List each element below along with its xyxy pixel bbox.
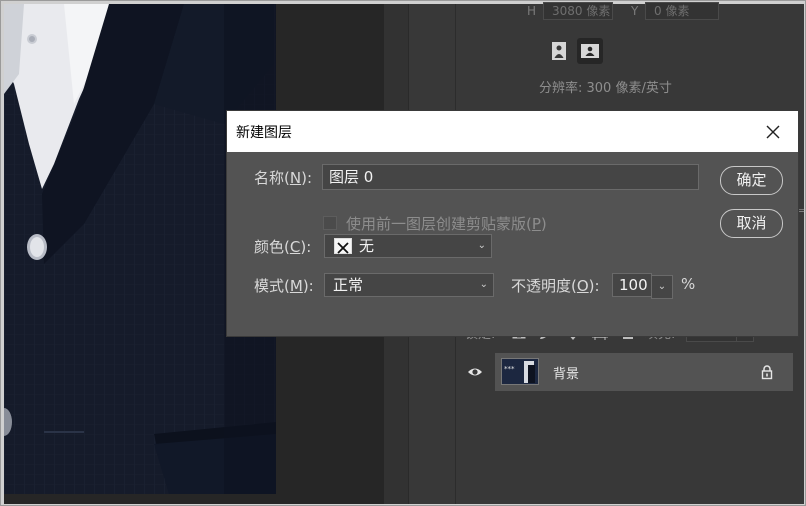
cancel-button[interactable]: 取消	[720, 209, 783, 238]
resolution-text: 分辨率: 300 像素/英寸	[539, 81, 672, 96]
close-icon	[766, 125, 780, 139]
layer-thumbnail: ***	[501, 358, 539, 385]
opacity-input[interactable]: 100	[612, 273, 652, 297]
photoshop-window: H 3080 像素 Y 0 像素 分辨率: 300 像素/英寸 ═ 锁定:	[0, 0, 806, 506]
clipping-mask-checkbox[interactable]	[323, 216, 337, 230]
opacity-dropdown-button[interactable]: ⌄	[651, 275, 673, 299]
height-input[interactable]: 3080 像素	[543, 2, 613, 20]
dialog-body: 名称(N): 图层 0 使用前一图层创建剪贴蒙版(P) 颜色(C): 无 ⌄ 模…	[227, 152, 798, 336]
landscape-orientation-button[interactable]	[577, 38, 603, 64]
color-select-value: 无	[359, 237, 375, 255]
blend-mode-select[interactable]: 正常 ⌄	[324, 273, 494, 297]
dialog-title: 新建图层	[236, 125, 292, 141]
layer-item[interactable]: *** 背景	[495, 353, 793, 391]
opacity-label: 不透明度(O):	[511, 277, 600, 295]
panel-edge-marker: ═	[798, 206, 805, 217]
color-label: 颜色(C):	[254, 238, 312, 256]
portrait-orientation-button[interactable]	[546, 38, 572, 64]
new-layer-dialog: 新建图层 名称(N): 图层 0 使用前一图层创建剪贴蒙版(P) 颜色(C):	[227, 111, 798, 336]
canvas-background-bottom	[4, 494, 384, 504]
no-color-swatch-icon	[334, 238, 352, 254]
portrait-icon	[552, 42, 566, 60]
y-input[interactable]: 0 像素	[645, 2, 719, 20]
ok-button[interactable]: 确定	[720, 166, 783, 195]
clipping-mask-label: 使用前一图层创建剪贴蒙版(P)	[346, 215, 547, 233]
layer-name-input[interactable]: 图层 0	[322, 164, 699, 190]
chevron-down-icon: ⌄	[477, 240, 486, 251]
layer-visibility-toggle[interactable]	[456, 353, 494, 391]
y-label: Y	[631, 4, 639, 18]
layer-name: 背景	[553, 367, 580, 382]
eye-icon	[468, 368, 482, 376]
landscape-icon	[581, 44, 599, 58]
dialog-titlebar[interactable]: 新建图层	[227, 111, 798, 152]
opacity-unit: %	[681, 275, 696, 293]
chevron-down-icon: ⌄	[479, 279, 488, 290]
close-button[interactable]	[762, 121, 784, 143]
height-label: H	[527, 4, 537, 18]
blend-mode-value: 正常	[333, 276, 364, 294]
svg-text:***: ***	[504, 365, 515, 373]
color-select[interactable]: 无 ⌄	[324, 234, 492, 258]
layer-lock-icon[interactable]	[759, 364, 775, 380]
layer-row-background[interactable]: *** 背景	[456, 353, 793, 391]
name-label: 名称(N):	[254, 169, 312, 187]
mode-label: 模式(M):	[254, 277, 314, 295]
